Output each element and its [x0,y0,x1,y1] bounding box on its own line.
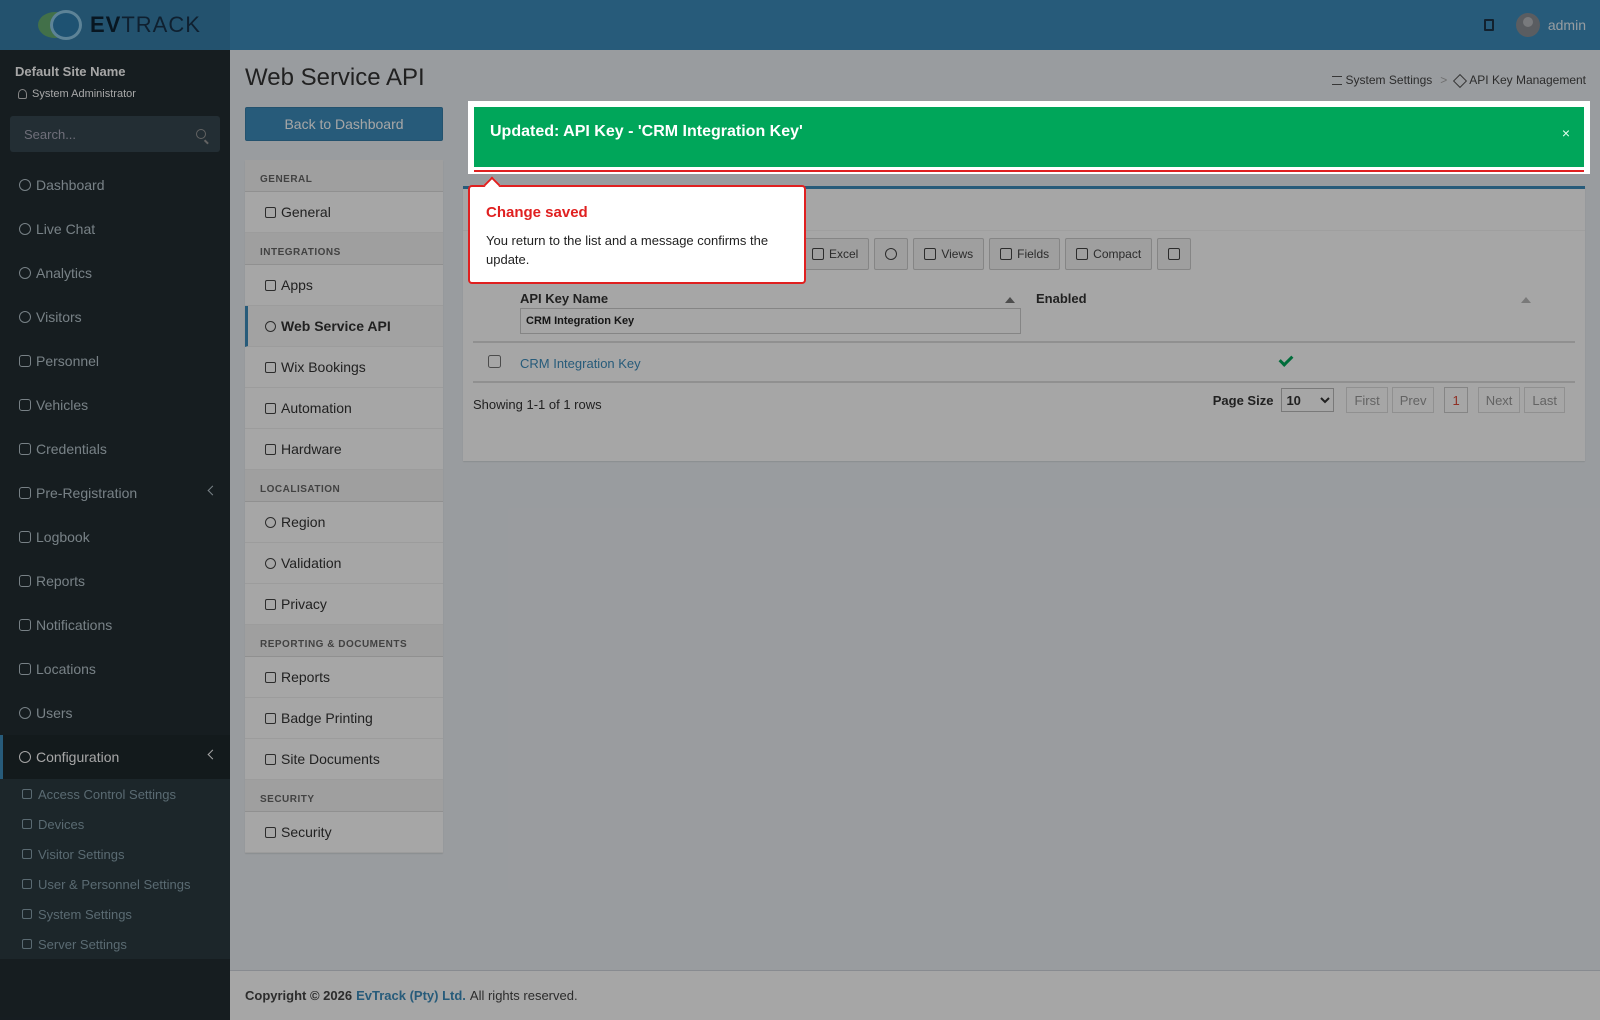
success-alert: Updated: API Key - 'CRM Integration Key'… [474,107,1584,167]
tooltip-title: Change saved [486,204,588,221]
alert-highlight: Updated: API Key - 'CRM Integration Key'… [468,101,1590,174]
alert-message: Updated: API Key - 'CRM Integration Key' [490,123,803,140]
highlight-underline [474,170,1584,172]
tutorial-tooltip: Change saved You return to the list and … [468,176,806,284]
tooltip-body: You return to the list and a message con… [486,233,769,267]
close-icon[interactable]: × [1562,125,1570,141]
